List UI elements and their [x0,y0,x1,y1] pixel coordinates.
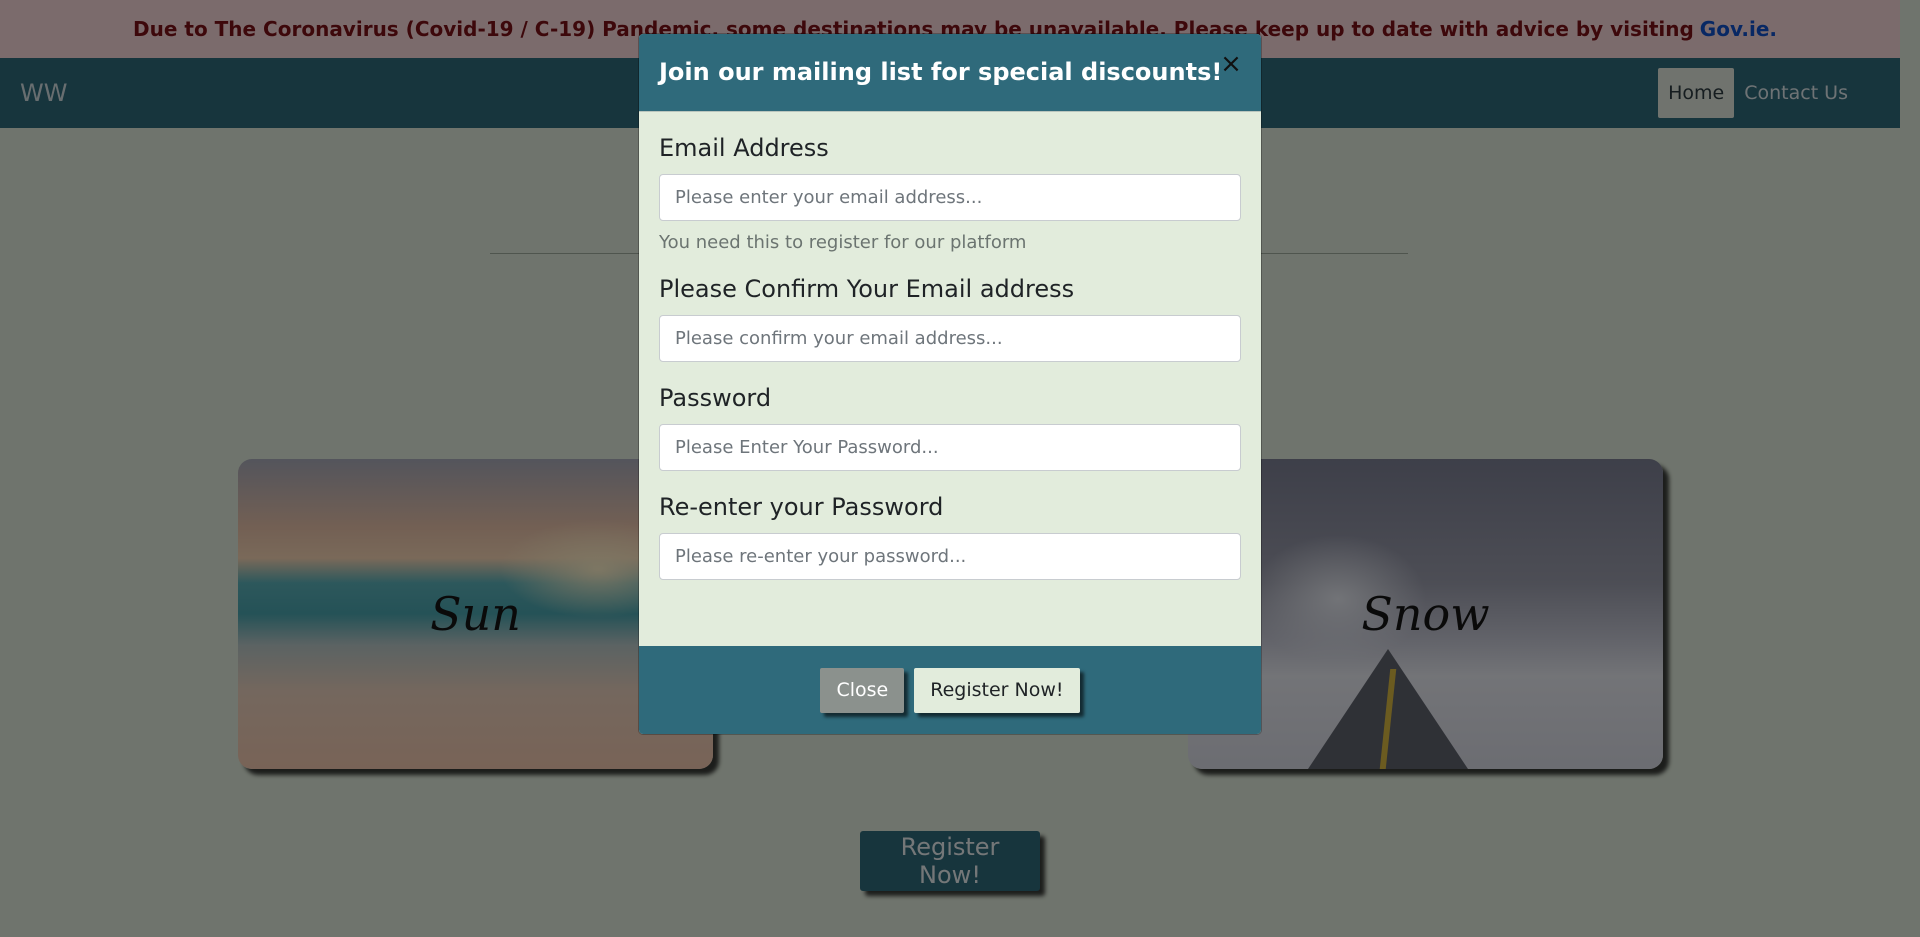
password-group: Password [659,384,1241,471]
email-help-text: You need this to register for our platfo… [659,232,1027,253]
confirm-password-label: Re-enter your Password [659,493,944,521]
confirm-email-group: Please Confirm Your Email address [659,275,1241,362]
email-label: Email Address [659,134,829,162]
modal-footer: Close Register Now! [639,646,1261,734]
password-field[interactable] [659,424,1241,471]
confirm-email-label: Please Confirm Your Email address [659,275,1075,303]
confirm-email-field[interactable] [659,315,1241,362]
mailing-list-modal: Join our mailing list for special discou… [639,34,1261,734]
password-label: Password [659,384,772,412]
register-button[interactable]: Register Now! [914,667,1080,713]
close-button[interactable]: Close [820,667,905,713]
email-field[interactable] [659,174,1241,221]
close-icon[interactable]: × [1219,51,1243,77]
modal-title: Join our mailing list for special discou… [659,58,1223,86]
modal-body: Email Address You need this to register … [639,112,1261,657]
confirm-password-group: Re-enter your Password [659,493,1241,580]
modal-header: Join our mailing list for special discou… [639,34,1261,112]
email-group: Email Address You need this to register … [659,134,1241,253]
confirm-password-field[interactable] [659,533,1241,580]
